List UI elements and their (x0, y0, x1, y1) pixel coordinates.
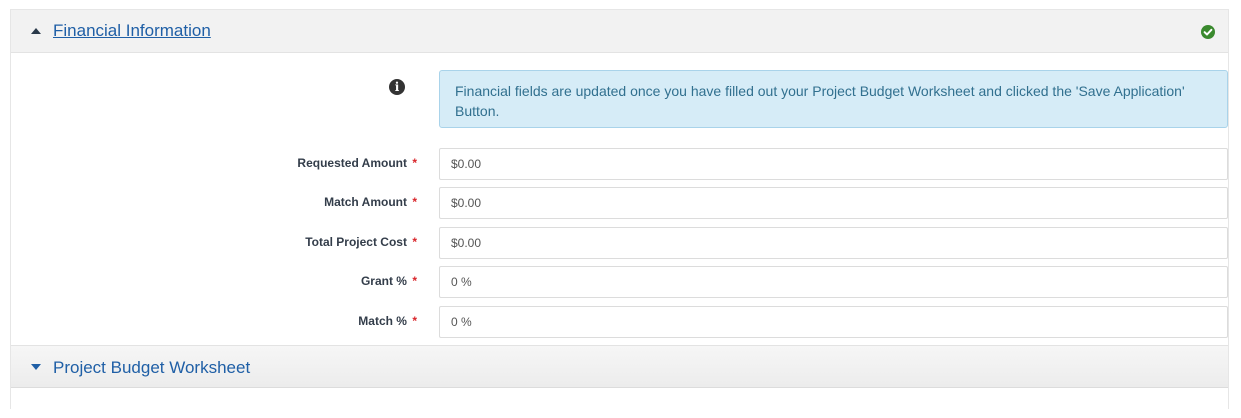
match-percent-row: Match % * (11, 306, 1228, 338)
check-circle-icon (1201, 25, 1215, 39)
requested-amount-label: Requested Amount * (297, 156, 417, 170)
match-percent-field[interactable] (439, 306, 1228, 338)
match-amount-label: Match Amount * (324, 195, 417, 209)
total-project-cost-field[interactable] (439, 227, 1228, 259)
total-project-cost-label: Total Project Cost * (305, 235, 417, 249)
match-percent-label: Match % * (358, 314, 417, 328)
financial-information-header[interactable]: Financial Information (11, 10, 1228, 53)
required-marker: * (412, 195, 417, 209)
required-marker: * (412, 156, 417, 170)
total-project-cost-row: Total Project Cost * (11, 227, 1228, 259)
financial-information-panel: Financial Information i Financial fields… (10, 9, 1229, 409)
info-circle-icon: i (389, 79, 405, 95)
grant-percent-row: Grant % * (11, 266, 1228, 298)
caret-down-icon[interactable] (31, 364, 41, 370)
caret-up-icon[interactable] (31, 28, 41, 34)
required-marker: * (412, 235, 417, 249)
requested-amount-row: Requested Amount * (11, 148, 1228, 180)
grant-percent-field[interactable] (439, 266, 1228, 298)
requested-amount-field[interactable] (439, 148, 1228, 180)
project-budget-worksheet-header[interactable]: Project Budget Worksheet (11, 345, 1228, 388)
match-amount-row: Match Amount * (11, 187, 1228, 219)
required-marker: * (412, 314, 417, 328)
required-marker: * (412, 274, 417, 288)
match-amount-field[interactable] (439, 187, 1228, 219)
financial-information-toggle-link[interactable]: Financial Information (53, 21, 211, 41)
info-alert: Financial fields are updated once you ha… (439, 70, 1228, 128)
project-budget-worksheet-title[interactable]: Project Budget Worksheet (53, 358, 250, 378)
grant-percent-label: Grant % * (360, 274, 417, 288)
